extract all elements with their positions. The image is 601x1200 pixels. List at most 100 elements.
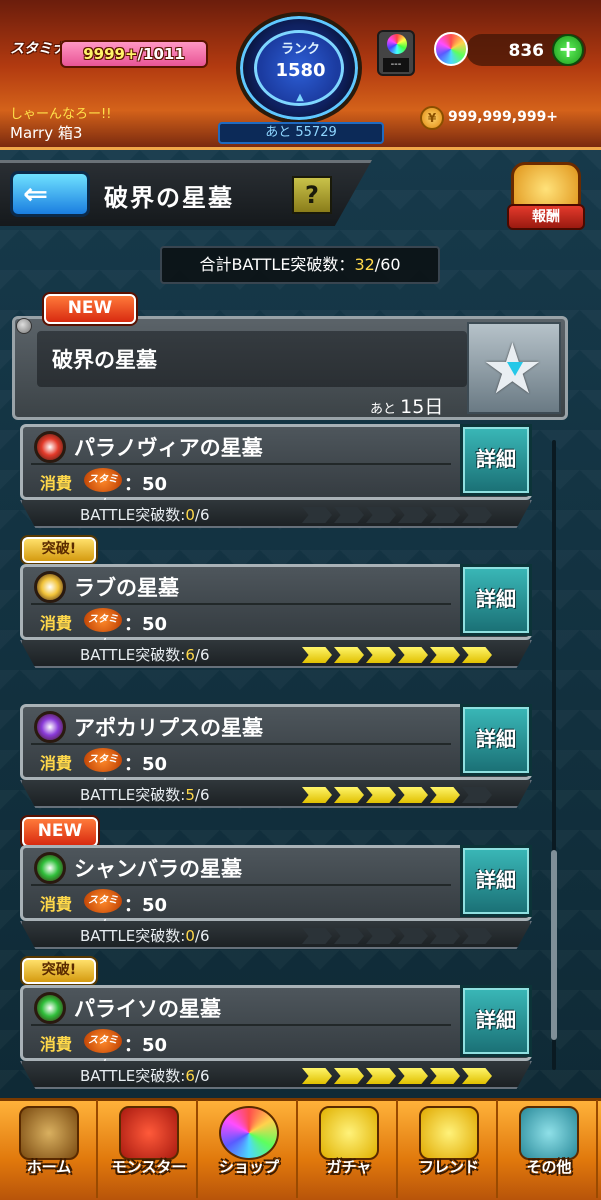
progress-label: BATTLE突破数: [80, 927, 186, 945]
progress-total: /6 [194, 786, 210, 804]
quest-name: パラノヴィアの星墓 [74, 436, 263, 460]
event-remaining-time: あと 15日 [370, 392, 443, 419]
progress-current: 6 [185, 646, 195, 664]
gold-coin-icon: ¥ [420, 106, 444, 130]
stamina-icon: スタミナ [84, 1029, 122, 1070]
progress-label: BATTLE突破数: [80, 1067, 186, 1085]
element-icon [34, 852, 66, 884]
cost-label: 消費 [40, 895, 73, 914]
rank-next-exp: あと 55729 [218, 122, 384, 144]
progress-total: /6 [194, 506, 210, 524]
nav-label: ホーム [26, 1158, 72, 1176]
event-new-tag: NEW [44, 294, 136, 324]
divider [31, 603, 451, 605]
nav-item-1[interactable]: モンスター [100, 1100, 198, 1198]
element-icon [34, 992, 66, 1024]
back-button[interactable]: ⇐ [10, 171, 90, 217]
progress-current: 0 [185, 506, 195, 524]
divider [31, 743, 451, 745]
divider [31, 1024, 451, 1026]
quest-break-tag: 突破! [22, 958, 96, 984]
monster-icon [119, 1106, 179, 1160]
gold-count: 999,999,999+ [448, 109, 559, 125]
quest-card[interactable]: パライソの星墓 消費 スタミナ ：50 詳細 BATTLE突破数:6/6 [20, 985, 532, 1093]
nav-label: フレンド [418, 1158, 479, 1176]
detail-button[interactable]: 詳細 [460, 704, 532, 776]
quest-card[interactable]: パラノヴィアの星墓 消費 スタミナ ：50 詳細 BATTLE突破数:0/6 [20, 424, 532, 532]
element-icon [34, 431, 66, 463]
cost-value: ：50 [124, 895, 168, 916]
nav-item-0[interactable]: ホーム [0, 1100, 98, 1198]
rank-chevron-icon: ▲ [296, 92, 304, 103]
detail-button[interactable]: 詳細 [460, 424, 532, 496]
progress-current: 5 [185, 786, 195, 804]
remaining-value: 15日 [400, 396, 444, 418]
quest-break-tag: 突破! [22, 537, 96, 563]
quest-new-tag: NEW [22, 817, 98, 847]
progress-total: /6 [194, 1067, 210, 1085]
total-battle-progress: 合計BATTLE突破数：32/60 [160, 246, 440, 284]
stamina-icon: スタミナ [84, 468, 122, 509]
progress-text: BATTLE突破数:0/6 [80, 925, 210, 946]
nav-item-3[interactable]: ガチャ [300, 1100, 398, 1198]
progress-label: BATTLE突破数: [80, 786, 186, 804]
nav-item-2[interactable]: ショップ [200, 1100, 298, 1198]
stamina-icon: スタミナ [84, 608, 122, 649]
progress-total: /6 [194, 927, 210, 945]
cost-value: ：50 [124, 754, 168, 775]
progress-label: BATTLE突破数: [80, 506, 186, 524]
orb-machine-dome [387, 34, 407, 54]
cost-label: 消費 [40, 474, 73, 493]
detail-button[interactable]: 詳細 [460, 985, 532, 1057]
event-star-emblem: ★ [467, 322, 561, 414]
nav-label: モンスター [111, 1158, 187, 1176]
page-title: 破界の星墓 [104, 184, 234, 212]
buy-orb-button[interactable]: + [552, 34, 584, 66]
progress-text: BATTLE突破数:6/6 [80, 644, 210, 665]
element-icon [34, 571, 66, 603]
quest-card[interactable]: シャンバラの星墓 消費 スタミナ ：50 詳細 BATTLE突破数:0/6 [20, 845, 532, 953]
progress-total: /6 [194, 646, 210, 664]
list-scrollbar-thumb[interactable] [551, 850, 557, 1040]
quest-name: シャンバラの星墓 [74, 857, 242, 881]
orb-shop-icon [219, 1106, 279, 1160]
nav-item-4[interactable]: フレンド [400, 1100, 498, 1198]
element-icon [34, 711, 66, 743]
nav-label: ガチャ [326, 1158, 372, 1176]
cost-value: ：50 [124, 1035, 168, 1056]
progress-text: BATTLE突破数:6/6 [80, 1065, 210, 1086]
orb-icon [434, 32, 468, 66]
total-label: 合計BATTLE突破数： [199, 255, 355, 274]
reward-label: 報酬 [507, 204, 585, 230]
detail-button[interactable]: 詳細 [460, 845, 532, 917]
reward-button[interactable]: 報酬 [507, 160, 585, 236]
quest-name: アポカリプスの星墓 [74, 716, 263, 740]
back-arrow-icon: ⇐ [23, 177, 49, 212]
other-icon [519, 1106, 579, 1160]
friend-icon [419, 1106, 479, 1160]
orb-machine-icon[interactable]: --- [377, 30, 415, 76]
orb-count: 836 [508, 41, 545, 61]
progress-label: BATTLE突破数: [80, 646, 186, 664]
divider [31, 884, 451, 886]
remaining-prefix: あと [370, 402, 397, 417]
quest-name: ラブの星墓 [74, 576, 179, 600]
progress-current: 6 [185, 1067, 195, 1085]
detail-button[interactable]: 詳細 [460, 564, 532, 636]
nav-item-5[interactable]: その他 [500, 1100, 598, 1198]
cost-value: ：50 [124, 614, 168, 635]
quest-card[interactable]: アポカリプスの星墓 消費 スタミナ ：50 詳細 BATTLE突破数:5/6 [20, 704, 532, 812]
cost-label: 消費 [40, 1035, 73, 1054]
screw-icon [16, 318, 32, 334]
cost-value: ：50 [124, 474, 168, 495]
total-current: 32 [354, 255, 375, 274]
username: Marry 箱3 [10, 124, 83, 142]
stamina-icon: スタミナ [84, 889, 122, 930]
progress-text: BATTLE突破数:5/6 [80, 784, 210, 805]
nav-label: その他 [526, 1158, 572, 1176]
help-button[interactable]: ? [292, 176, 332, 214]
quest-card[interactable]: ラブの星墓 消費 スタミナ ：50 詳細 BATTLE突破数:6/6 [20, 564, 532, 672]
cost-label: 消費 [40, 614, 73, 633]
home-gate-icon [19, 1106, 79, 1160]
cost-label: 消費 [40, 754, 73, 773]
